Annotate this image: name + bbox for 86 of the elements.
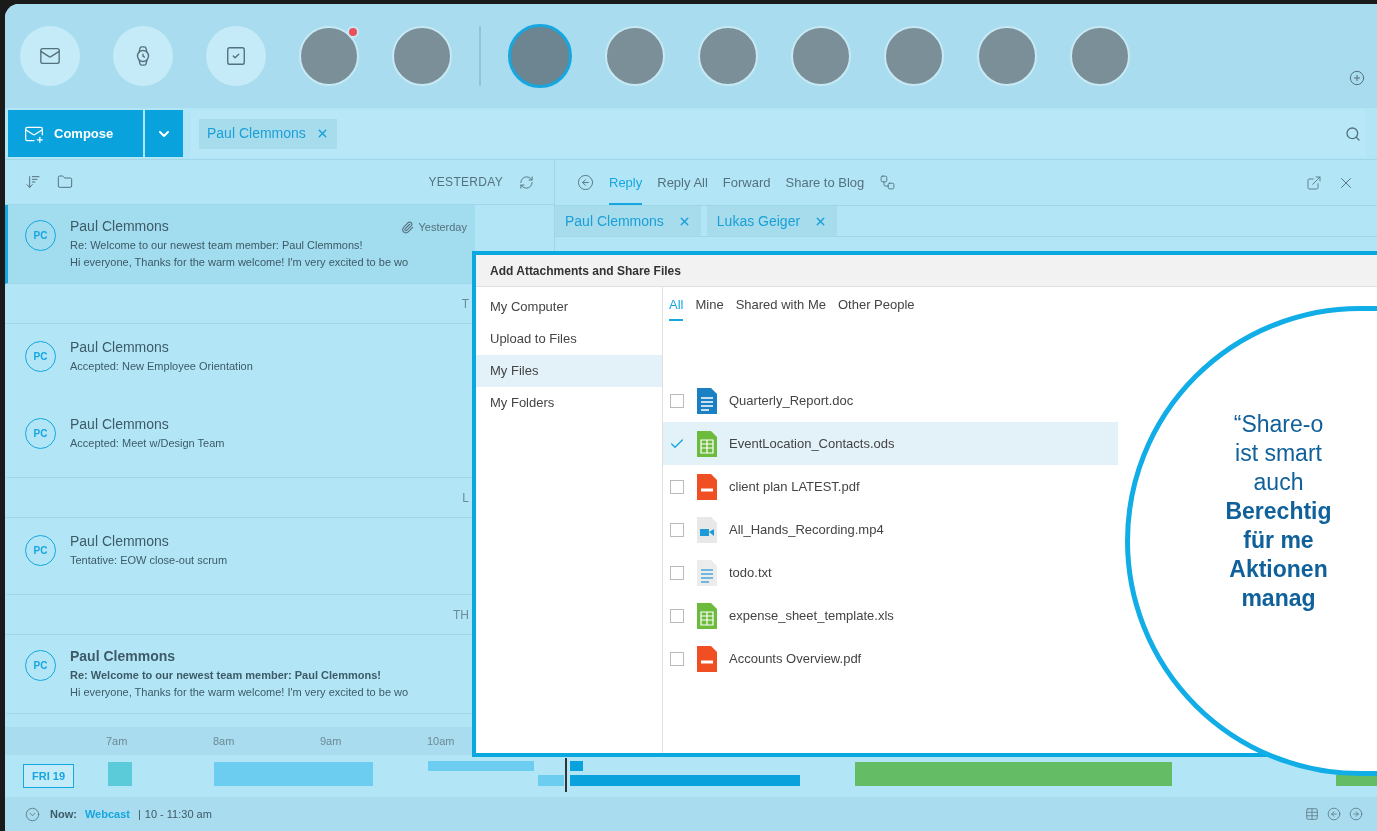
callout-text: manag	[1241, 584, 1316, 613]
message-subject: Re: Welcome to our newest team member: Paul Clemmons!	[70, 238, 364, 253]
file-name: Accounts Overview.pdf	[729, 649, 862, 668]
message-preview: Hi everyone, Thanks for the warm welcome! I'm very excited to be wo	[70, 255, 409, 270]
filter-tab[interactable]: Mine	[695, 289, 724, 321]
file-row[interactable]: Quarterly_Report.doc	[663, 379, 1118, 422]
date-group-label: T	[461, 295, 469, 313]
day-badge: FRI 19	[23, 763, 74, 789]
file-name: todo.txt	[729, 563, 772, 582]
hour-label: 8am	[213, 733, 236, 749]
dialog-nav-item[interactable]: My Files	[476, 355, 662, 387]
refresh-icon[interactable]	[519, 174, 534, 190]
file-row[interactable]: EventLocation_Contacts.ods	[663, 422, 1118, 465]
message-item[interactable]: PC Paul Clemmons Accepted: New Employee Orientation	[5, 324, 475, 401]
file-row[interactable]: todo.txt	[663, 551, 1118, 594]
callout-text: für me	[1243, 526, 1314, 555]
sort-icon[interactable]	[25, 174, 41, 190]
dialog-title: Add Attachments and Share Files	[490, 262, 681, 280]
text-file-icon	[697, 559, 717, 586]
file-name: Quarterly_Report.doc	[729, 391, 854, 410]
checkbox[interactable]	[670, 522, 684, 537]
date-group-label: YESTERDAY	[428, 174, 503, 191]
date-group-label: L	[462, 489, 469, 507]
spreadsheet-icon	[697, 602, 717, 629]
file-row[interactable]: All_Hands_Recording.mp4	[663, 508, 1118, 551]
callout-text: “Share-o	[1233, 410, 1324, 439]
pdf-file-icon	[697, 473, 717, 500]
checkbox[interactable]	[670, 651, 684, 666]
folder-icon[interactable]	[57, 174, 73, 190]
file-name: All_Hands_Recording.mp4	[729, 520, 884, 539]
message-time: Yesterday	[418, 220, 467, 235]
file-name: expense_sheet_template.xls	[729, 606, 894, 625]
file-row[interactable]: Accounts Overview.pdf	[663, 637, 1118, 680]
back-icon[interactable]	[577, 174, 594, 191]
filter-tab[interactable]: Shared with Me	[735, 289, 826, 321]
sender-name: Paul Clemmons	[70, 217, 170, 236]
video-file-icon	[697, 516, 717, 543]
sender-name: Paul Clemmons	[70, 338, 170, 357]
callout-text: ist smart	[1235, 439, 1322, 468]
file-row[interactable]: expense_sheet_template.xls	[663, 594, 1118, 637]
message-item[interactable]: PC Paul Clemmons Re: Welcome to our newest team member: Paul Clemmons! Hi everyone, Thanks for the warm welcome! I'm very excited to be wo Yesterday	[5, 205, 475, 284]
spreadsheet-icon	[697, 430, 717, 457]
message-preview: Hi everyone, Thanks for the warm welcome! I'm very excited to be wo	[70, 685, 409, 700]
file-name: EventLocation_Contacts.ods	[729, 434, 895, 453]
reader-action[interactable]: Share to Blog	[785, 160, 865, 205]
file-name: client plan LATEST.pdf	[729, 477, 860, 496]
expand-icon[interactable]	[25, 806, 40, 822]
envelope-icon	[39, 45, 61, 67]
callout-text: Berechtig	[1225, 497, 1332, 526]
checkbox[interactable]	[670, 565, 684, 580]
date-group-label: TH	[453, 606, 469, 624]
message-subject: Accepted: New Employee Orientation	[70, 359, 253, 374]
event-time: 10 - 11:30 am	[144, 806, 212, 822]
checkbox[interactable]	[670, 393, 684, 408]
next-icon[interactable]	[1349, 807, 1363, 821]
document-icon	[697, 387, 717, 414]
hour-label: 9am	[320, 733, 343, 749]
callout-text: auch	[1253, 468, 1304, 497]
pop-out-icon[interactable]	[1306, 174, 1322, 191]
hour-label: 7am	[106, 733, 129, 749]
checkbox-icon	[225, 45, 247, 67]
dialog-nav-item[interactable]: My Computer	[476, 291, 662, 323]
search-icon[interactable]	[1345, 125, 1361, 142]
separator-text: |	[137, 806, 141, 822]
checkbox[interactable]	[670, 479, 684, 494]
message-subject: Re: Welcome to our newest team member: Paul Clemmons!	[70, 668, 382, 683]
filter-tab[interactable]: Other People	[837, 289, 915, 321]
callout-text: Aktionen	[1229, 555, 1328, 584]
add-icon[interactable]	[1349, 70, 1365, 86]
dialog-nav-item[interactable]: Upload to Files	[476, 323, 662, 355]
pdf-file-icon	[697, 645, 717, 672]
sender-name: Paul Clemmons	[70, 647, 177, 666]
dialog-nav-item[interactable]: My Folders	[476, 387, 662, 419]
message-subject: Tentative: EOW close-out scrum	[70, 553, 228, 568]
reader-action[interactable]: Reply All	[657, 160, 708, 205]
message-subject: Accepted: Meet w/Design Team	[70, 436, 225, 451]
now-label: Now:	[50, 806, 77, 822]
share-network-icon[interactable]	[879, 174, 897, 191]
previous-icon[interactable]	[1327, 807, 1341, 821]
reader-action[interactable]: Forward	[722, 160, 771, 205]
checkbox[interactable]	[670, 608, 684, 623]
sender-name: Paul Clemmons	[70, 415, 170, 434]
file-row[interactable]: client plan LATEST.pdf	[663, 465, 1118, 508]
sender-name: Paul Clemmons	[70, 532, 170, 551]
calendar-grid-icon[interactable]	[1305, 807, 1319, 821]
hour-label: 10am	[427, 733, 456, 749]
